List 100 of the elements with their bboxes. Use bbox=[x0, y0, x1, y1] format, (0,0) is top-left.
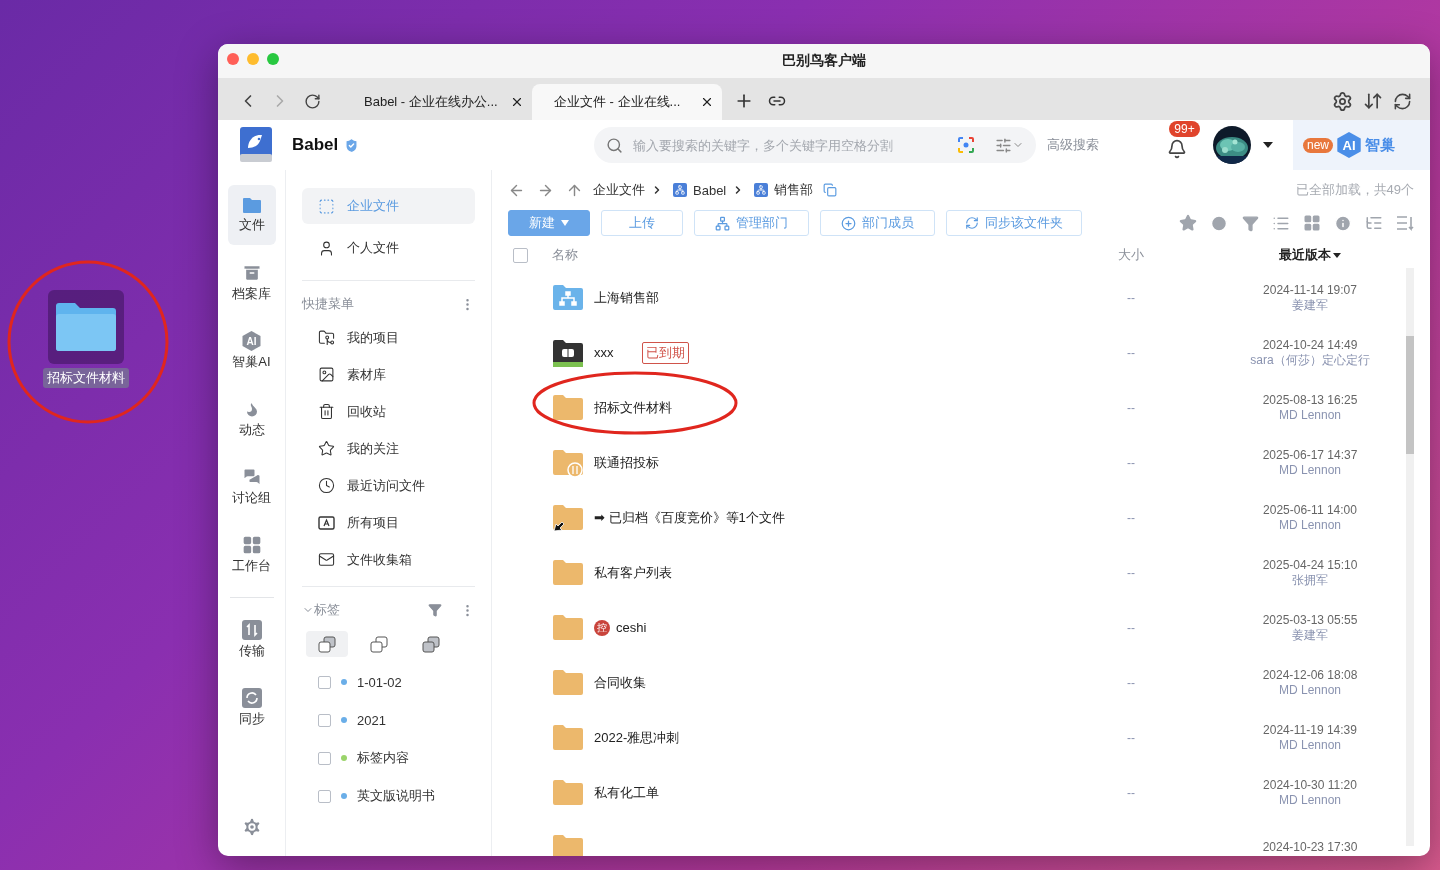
nav-item[interactable]: 素材库 bbox=[302, 356, 475, 393]
close-icon[interactable] bbox=[700, 95, 714, 109]
file-size: -- bbox=[1126, 400, 1136, 415]
file-size: -- bbox=[1126, 510, 1136, 525]
file-name[interactable]: xxx bbox=[594, 345, 614, 360]
checkbox[interactable] bbox=[318, 789, 331, 803]
tag-label: 1-01-02 bbox=[357, 674, 402, 690]
search-field[interactable]: 输入要搜索的关键字，多个关键字用空格分割 bbox=[594, 127, 1037, 163]
filter-icon[interactable] bbox=[1241, 214, 1259, 232]
column-header[interactable]: 最近版本 bbox=[1279, 246, 1331, 264]
section-title: 标签 bbox=[314, 601, 340, 619]
select-all-checkbox[interactable] bbox=[513, 247, 528, 263]
status-mark: 控 bbox=[594, 619, 610, 636]
folder-icon bbox=[241, 196, 262, 214]
file-name[interactable]: 私有化工单 bbox=[594, 783, 659, 802]
window-title: 巴别鸟客户端 bbox=[782, 52, 866, 70]
nav-item[interactable]: 最近访问文件 bbox=[302, 467, 475, 504]
nav-item[interactable]: 回收站 bbox=[302, 393, 475, 430]
file-name[interactable]: 联通招投标 bbox=[594, 453, 659, 472]
filter-options-button[interactable] bbox=[995, 136, 1025, 154]
file-name[interactable]: 私有客户列表 bbox=[594, 563, 672, 582]
sync-icon[interactable] bbox=[1393, 91, 1412, 111]
sidebar-item[interactable]: 档案库 bbox=[227, 253, 276, 313]
sidebar-item[interactable]: 传输 bbox=[227, 610, 276, 670]
info-icon[interactable] bbox=[1334, 213, 1352, 233]
modified-date: 2024-12-06 18:08 bbox=[1262, 667, 1358, 683]
user-icon bbox=[318, 239, 335, 257]
breadcrumb-link[interactable]: 销售部 bbox=[774, 181, 814, 199]
checkbox[interactable] bbox=[318, 675, 331, 689]
file-name[interactable]: 合同收集 bbox=[594, 673, 646, 692]
file-name[interactable]: 上海销售部 bbox=[594, 288, 659, 307]
sidebar-item[interactable]: 文件 bbox=[227, 185, 276, 245]
modified-date: 2024-10-24 14:49 bbox=[1262, 337, 1358, 353]
filter-icon[interactable] bbox=[428, 603, 442, 617]
image-icon bbox=[318, 366, 335, 383]
folder-icon bbox=[552, 557, 584, 588]
sync-folder-icon bbox=[552, 447, 584, 478]
folder-icon bbox=[552, 667, 584, 698]
trash-icon bbox=[318, 403, 335, 420]
image-search-icon[interactable] bbox=[957, 136, 976, 154]
file-size: -- bbox=[1126, 345, 1136, 360]
project-folder-icon bbox=[318, 329, 335, 346]
folder-shortcut-icon bbox=[552, 502, 584, 533]
caret-icon[interactable] bbox=[1263, 142, 1274, 148]
modified-date: 2024-11-14 19:07 bbox=[1263, 282, 1357, 298]
nav-item[interactable]: 文件收集箱 bbox=[302, 541, 475, 578]
checkbox[interactable] bbox=[318, 713, 331, 727]
sidebar-item[interactable]: 讨论组 bbox=[227, 457, 276, 517]
sidebar-item[interactable]: AI 智巢AI bbox=[227, 321, 276, 381]
breadcrumb-link[interactable]: 企业文件 bbox=[593, 181, 645, 199]
transfer-icon[interactable] bbox=[1363, 91, 1383, 111]
sidebar-item[interactable]: 工作台 bbox=[227, 525, 276, 585]
tag-label: 英文版说明书 bbox=[357, 787, 435, 805]
file-size: -- bbox=[1126, 675, 1136, 690]
copy-icon[interactable] bbox=[823, 183, 838, 197]
sync-icon bbox=[965, 216, 979, 230]
nav-item[interactable]: 所有项目 bbox=[302, 504, 475, 541]
grid-view-icon[interactable] bbox=[1303, 214, 1321, 232]
file-size: -- bbox=[1126, 290, 1136, 305]
department-folder-icon bbox=[552, 282, 584, 313]
desktop-folder-icon[interactable] bbox=[48, 290, 124, 364]
archive-folder-icon bbox=[552, 337, 584, 368]
breadcrumb-link[interactable]: Babel bbox=[693, 182, 727, 198]
search-input[interactable]: 输入要搜索的关键字，多个关键字用空格分割 bbox=[631, 136, 950, 154]
star-icon[interactable] bbox=[1179, 214, 1197, 232]
sidebar-item[interactable]: 动态 bbox=[227, 389, 276, 449]
tag-mode-button[interactable] bbox=[306, 631, 348, 657]
file-name[interactable]: ceshi bbox=[616, 620, 647, 635]
nav-item[interactable]: 我的关注 bbox=[302, 430, 475, 467]
nav-item[interactable]: 我的项目 bbox=[302, 319, 475, 356]
tab-title: 企业文件 - 企业在线... bbox=[554, 93, 681, 111]
sort-icon[interactable] bbox=[1396, 215, 1414, 231]
checkbox[interactable] bbox=[318, 751, 331, 765]
sync-icon bbox=[241, 688, 262, 708]
chat-icon bbox=[241, 467, 262, 487]
department-icon bbox=[673, 183, 687, 197]
file-name[interactable]: 2022-雅思冲刺 bbox=[594, 728, 680, 747]
close-window-icon[interactable] bbox=[227, 53, 239, 65]
tree-list-icon[interactable] bbox=[1365, 214, 1383, 232]
nav-item[interactable]: 个人文件 bbox=[302, 230, 475, 266]
file-name[interactable]: 招标文件材料 bbox=[594, 398, 672, 417]
tag-label: 2021 bbox=[357, 712, 386, 728]
column-header: 名称 bbox=[552, 246, 579, 264]
column-header: 大小 bbox=[1117, 246, 1145, 264]
close-icon[interactable] bbox=[510, 95, 524, 109]
browser-tab[interactable]: 企业文件 - 企业在线... bbox=[532, 84, 722, 120]
file-name[interactable]: ➡ 已归档《百度竞价》等1个文件 bbox=[594, 508, 785, 527]
file-size: -- bbox=[1126, 565, 1136, 580]
drive-icon bbox=[318, 197, 335, 215]
minimize-window-icon[interactable] bbox=[247, 53, 259, 65]
app-logo-icon bbox=[238, 126, 274, 164]
sidebar-item[interactable]: 同步 bbox=[227, 678, 276, 738]
archive-box-icon bbox=[241, 263, 262, 283]
bell-icon[interactable] bbox=[1167, 139, 1188, 159]
modified-date: 2025-06-11 14:00 bbox=[1263, 502, 1357, 518]
zoom-window-icon[interactable] bbox=[267, 53, 279, 65]
settings-icon[interactable] bbox=[1332, 90, 1353, 112]
folder-icon bbox=[552, 722, 584, 753]
file-size: -- bbox=[1126, 455, 1136, 470]
browser-tab[interactable]: Babel - 企业在线办公... bbox=[342, 84, 532, 120]
